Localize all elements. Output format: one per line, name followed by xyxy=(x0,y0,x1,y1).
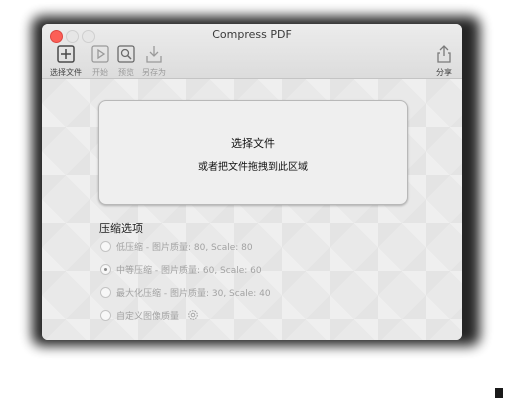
main-content: 选择文件 或者把文件拖拽到此区域 压缩选项 低压缩 - 图片质量: 80, Sc… xyxy=(42,79,462,340)
share-label: 分享 xyxy=(436,68,452,77)
title-toolbar: Compress PDF 选择文件 开始 预览 另存为 分享 xyxy=(42,24,462,79)
select-file-label: 选择文件 xyxy=(50,68,82,77)
option-label: 低压缩 - 图片质量: 80, Scale: 80 xyxy=(116,242,253,253)
radio-button[interactable] xyxy=(100,309,111,321)
option-low-compression[interactable]: 低压缩 - 图片质量: 80, Scale: 80 xyxy=(100,239,253,253)
corner-mark xyxy=(495,388,503,398)
magnifier-icon xyxy=(117,45,135,63)
gear-icon[interactable] xyxy=(186,308,200,322)
save-as-button[interactable]: 另存为 xyxy=(136,44,172,78)
plus-square-icon xyxy=(57,45,75,63)
app-window: Compress PDF 选择文件 开始 预览 另存为 分享 选择文件 或者把文… xyxy=(42,24,462,340)
share-icon xyxy=(437,45,451,63)
option-label: 自定义图像质量 xyxy=(116,311,180,322)
share-button[interactable]: 分享 xyxy=(426,44,462,78)
option-max-compression[interactable]: 最大化压缩 - 图片质量: 30, Scale: 40 xyxy=(100,285,271,299)
option-custom-quality[interactable]: 自定义图像质量 xyxy=(100,308,200,322)
radio-button[interactable] xyxy=(100,286,111,298)
select-file-button[interactable]: 选择文件 xyxy=(48,44,84,78)
radio-button[interactable] xyxy=(100,240,111,252)
file-drop-zone[interactable]: 选择文件 或者把文件拖拽到此区域 xyxy=(98,100,408,205)
compression-options-heading: 压缩选项 xyxy=(99,222,143,235)
drop-zone-hint: 或者把文件拖拽到此区域 xyxy=(198,162,308,173)
radio-button-selected[interactable] xyxy=(100,263,111,275)
option-label: 最大化压缩 - 图片质量: 30, Scale: 40 xyxy=(116,288,271,299)
download-icon xyxy=(146,46,162,63)
save-as-label: 另存为 xyxy=(142,68,166,77)
option-label: 中等压缩 - 图片质量: 60, Scale: 60 xyxy=(116,265,262,276)
option-medium-compression[interactable]: 中等压缩 - 图片质量: 60, Scale: 60 xyxy=(100,262,262,276)
play-icon xyxy=(91,45,109,63)
window-title: Compress PDF xyxy=(212,28,292,41)
drop-zone-title: 选择文件 xyxy=(231,137,275,150)
